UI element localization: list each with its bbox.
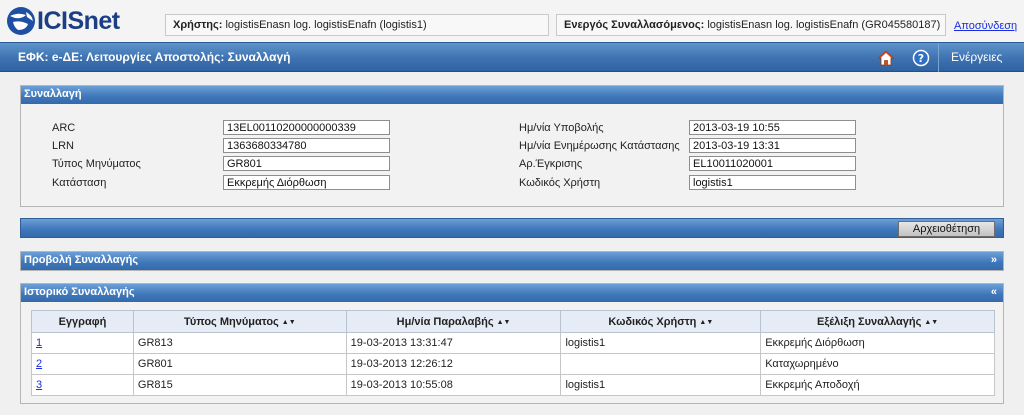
status-update-date-label: Ημ/νία Ενημέρωσης Κατάστασης [519, 140, 680, 152]
page-title: ΕΦΚ: e-ΔΕ: Λειτουργίες Αποστολής: Συναλλ… [18, 50, 291, 64]
col-header-progress[interactable]: Εξέλιξη Συναλλαγής ▲▼ [760, 310, 995, 333]
trader-value: logistisEnasn log. logistisEnafn (GR0455… [707, 19, 941, 31]
transaction-panel-header: Συναλλαγή [21, 86, 1003, 104]
globe-logo-icon [7, 7, 35, 35]
user-value: logistisEnasn log. logistisEnafn (logist… [225, 19, 427, 31]
record-cell: 3 [31, 374, 134, 396]
titlebar-separator [938, 43, 939, 72]
col-header-received-date[interactable]: Ημ/νία Παραλαβής ▲▼ [345, 310, 562, 333]
record-cell: 1 [31, 332, 134, 354]
message-type-cell: GR801 [132, 353, 347, 375]
col-header-message-type[interactable]: Τύπος Μηνύματος ▲▼ [132, 310, 347, 333]
archive-button[interactable]: Αρχειοθέτηση [898, 221, 995, 237]
progress-cell: Καταχωρημένο [760, 353, 995, 375]
message-type-field[interactable] [223, 156, 390, 171]
top-header: ICISnet Χρήστης: logistisEnasn log. logi… [0, 0, 1024, 42]
user-code-cell [560, 353, 762, 375]
message-type-cell: GR813 [132, 332, 347, 354]
lrn-field[interactable] [223, 138, 390, 153]
collapse-icon[interactable]: « [991, 284, 997, 301]
received-date-cell: 19-03-2013 12:26:12 [345, 353, 562, 375]
home-icon[interactable] [877, 49, 895, 67]
help-icon[interactable]: ? [912, 49, 930, 67]
status-field[interactable] [223, 175, 390, 190]
table-row: 2 GR801 19-03-2013 12:26:12 Καταχωρημένο [31, 353, 995, 375]
view-transaction-heading: Προβολή Συναλλαγής [24, 254, 139, 266]
expand-icon[interactable]: » [991, 252, 997, 269]
message-type-cell: GR815 [132, 374, 347, 396]
status-label: Κατάσταση [52, 177, 107, 189]
active-trader-box: Ενεργός Συναλλασόμενος: logistisEnasn lo… [556, 14, 946, 36]
history-header[interactable]: Ιστορικό Συναλλαγής « [21, 284, 1003, 302]
current-user-box: Χρήστης: logistisEnasn log. logistisEnaf… [165, 14, 549, 36]
submission-date-label: Ημ/νία Υποβολής [519, 122, 604, 134]
record-cell: 2 [31, 353, 134, 375]
status-update-date-field[interactable] [689, 138, 856, 153]
user-code-label: Κωδικός Χρήστη [519, 177, 601, 189]
col-header-record: Εγγραφή [31, 310, 134, 333]
table-row: 3 GR815 19-03-2013 10:55:08 logistis1 Εκ… [31, 374, 995, 396]
svg-text:?: ? [918, 52, 924, 65]
icisnet-logo: ICISnet [6, 5, 120, 37]
history-heading: Ιστορικό Συναλλαγής [24, 286, 135, 298]
progress-cell: Εκκρεμής Διόρθωση [760, 332, 995, 354]
message-type-label: Τύπος Μηνύματος [52, 158, 141, 170]
sort-icon[interactable]: ▲▼ [282, 319, 296, 326]
lrn-label: LRN [52, 140, 75, 152]
actions-menu[interactable]: Ενέργειες [951, 43, 1002, 72]
transaction-heading: Συναλλαγή [24, 88, 82, 100]
sort-icon[interactable]: ▲▼ [924, 319, 938, 326]
view-transaction-header[interactable]: Προβολή Συναλλαγής » [21, 252, 1003, 270]
received-date-cell: 19-03-2013 13:31:47 [345, 332, 562, 354]
title-bar: ΕΦΚ: e-ΔΕ: Λειτουργίες Αποστολής: Συναλλ… [0, 42, 1024, 72]
logout-link[interactable]: Αποσύνδεση [954, 20, 1017, 32]
approval-number-field[interactable] [689, 156, 856, 171]
user-code-cell: logistis1 [560, 332, 762, 354]
user-code-field[interactable] [689, 175, 856, 190]
received-date-cell: 19-03-2013 10:55:08 [345, 374, 562, 396]
trader-label: Ενεργός Συναλλασόμενος: [564, 19, 705, 31]
action-bar [20, 218, 1004, 240]
table-header-row: Εγγραφή Τύπος Μηνύματος ▲▼ Ημ/νία Παραλαβ… [31, 310, 995, 333]
view-transaction-panel: Προβολή Συναλλαγής » [20, 251, 1004, 271]
transaction-panel: Συναλλαγή [20, 85, 1004, 207]
arc-label: ARC [52, 122, 76, 134]
record-link[interactable]: 2 [36, 358, 42, 370]
sort-icon[interactable]: ▲▼ [699, 319, 713, 326]
record-link[interactable]: 1 [36, 337, 42, 349]
user-code-cell: logistis1 [560, 374, 762, 396]
col-header-user-code[interactable]: Κωδικός Χρήστη ▲▼ [560, 310, 762, 333]
history-table: Εγγραφή Τύπος Μηνύματος ▲▼ Ημ/νία Παραλαβ… [31, 310, 995, 396]
record-link[interactable]: 3 [36, 379, 42, 391]
user-label: Χρήστης: [173, 19, 223, 31]
logo-text: ICISnet [37, 6, 120, 35]
action-bar-strip [20, 218, 1004, 238]
arc-field[interactable] [223, 120, 390, 135]
sort-icon[interactable]: ▲▼ [497, 319, 511, 326]
progress-cell: Εκκρεμής Αποδοχή [760, 374, 995, 396]
table-row: 1 GR813 19-03-2013 13:31:47 logistis1 Εκ… [31, 332, 995, 354]
submission-date-field[interactable] [689, 120, 856, 135]
approval-number-label: Αρ.Έγκρισης [519, 158, 583, 170]
